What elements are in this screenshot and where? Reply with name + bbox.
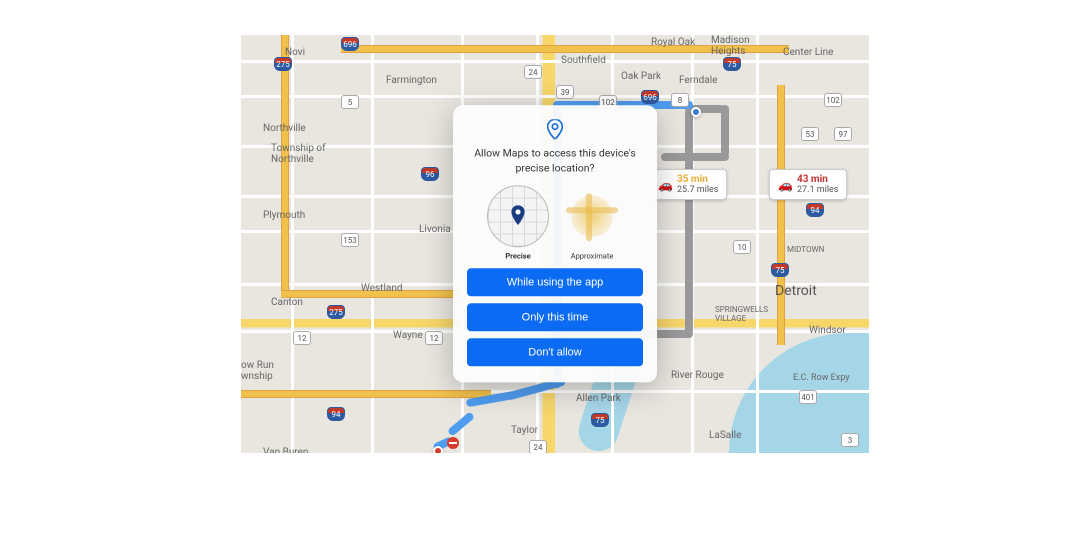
city-label: Southfield: [561, 55, 606, 66]
while-using-app-button[interactable]: While using the app: [467, 269, 643, 297]
city-label: Wayne: [393, 330, 423, 341]
precise-preview: [487, 186, 549, 248]
location-permission-dialog: Allow Maps to access this device's preci…: [453, 105, 657, 382]
city-label: Royal Oak: [651, 37, 695, 48]
route-time: 35 min: [677, 174, 708, 185]
city-label: Canton: [271, 297, 303, 308]
city-label: Center Line: [783, 47, 833, 58]
shield-interstate: 75: [723, 57, 741, 71]
option-approximate[interactable]: Approximate: [561, 186, 623, 261]
shield-state: 3: [841, 433, 859, 447]
dont-allow-button[interactable]: Don't allow: [467, 339, 643, 367]
route-alt: [685, 109, 693, 334]
city-label: Windsor: [809, 325, 846, 336]
car-icon: 🚗: [778, 178, 793, 192]
shield-interstate: 275: [327, 305, 345, 319]
city-label: Farmington: [386, 75, 437, 86]
shield-interstate: 696: [341, 37, 359, 51]
approximate-label: Approximate: [571, 252, 614, 261]
dialog-buttons: While using the app Only this time Don't…: [467, 269, 643, 367]
shield-interstate: 94: [806, 203, 824, 217]
road: [241, 95, 869, 98]
city-label: Oak Park: [621, 71, 661, 82]
highway-275: [281, 35, 289, 295]
accuracy-options: Precise Approximate: [467, 186, 643, 261]
shield-state: 153: [341, 233, 359, 247]
option-precise[interactable]: Precise: [487, 186, 549, 261]
route-info-badge-1[interactable]: 🚗 35 min 25.7 miles: [649, 169, 727, 200]
shield-state: 401: [799, 390, 817, 404]
shield-state: 53: [801, 127, 819, 141]
highway-75: [777, 85, 785, 345]
route-time: 43 min: [797, 174, 828, 185]
city-label: Livonia: [419, 224, 451, 235]
road: [241, 60, 869, 63]
shield-state: 102: [824, 93, 842, 107]
shield-interstate: 696: [641, 90, 659, 104]
route-distance: 25.7 miles: [677, 185, 718, 195]
car-icon: 🚗: [658, 178, 673, 192]
highway-94: [241, 390, 491, 398]
approximate-preview: [561, 186, 623, 248]
road: [756, 35, 759, 453]
city-label: ow Run wnship: [241, 360, 274, 382]
shield-interstate: 75: [591, 413, 609, 427]
only-this-time-button[interactable]: Only this time: [467, 304, 643, 332]
city-label: Van Buren: [263, 447, 308, 453]
city-label: Madison Heights: [711, 35, 750, 57]
shield-us: 12: [293, 331, 311, 345]
city-label: MIDTOWN: [787, 245, 824, 254]
map-view[interactable]: 🚗 35 min 25.7 miles 🚗 43 min 27.1 miles …: [241, 35, 869, 453]
city-label: Taylor: [511, 425, 538, 436]
city-label: LaSalle: [709, 430, 741, 441]
city-label: E.C. Row Expy: [793, 373, 849, 383]
city-label: Westland: [361, 283, 403, 294]
shield-interstate: 275: [274, 57, 292, 71]
no-entry-icon: [447, 437, 459, 449]
shield-state: 5: [341, 95, 359, 109]
route-alt: [661, 153, 729, 161]
city-label: Northville: [263, 123, 306, 134]
shield-state: 97: [834, 127, 852, 141]
city-label: River Rouge: [671, 370, 724, 381]
shield-us: 12: [425, 331, 443, 345]
permission-prompt-text: Allow Maps to access this device's preci…: [467, 145, 643, 175]
city-label: Township of Northville: [271, 143, 326, 165]
precise-label: Precise: [505, 252, 530, 261]
city-label: Detroit: [775, 283, 817, 299]
route-info-badge-2[interactable]: 🚗 43 min 27.1 miles: [769, 169, 847, 200]
shield-us: 24: [529, 440, 547, 453]
shield-state: 39: [556, 85, 574, 99]
shield-state: 8: [671, 93, 689, 107]
city-label: Allen Park: [576, 393, 621, 404]
pin-icon: [509, 206, 527, 228]
city-label: SPRINGWELLS VILLAGE: [715, 305, 768, 323]
shield-interstate: 75: [771, 263, 789, 277]
shield-interstate: 94: [327, 407, 345, 421]
city-label: Ferndale: [679, 75, 717, 86]
route-start-marker: [433, 446, 443, 453]
shield-us: 24: [524, 65, 542, 79]
shield-state: 10: [733, 240, 751, 254]
shield-interstate: 96: [421, 167, 439, 181]
city-label: Plymouth: [263, 210, 305, 221]
location-pin-icon: [467, 119, 643, 139]
route-distance: 27.1 miles: [797, 185, 838, 195]
route-end-marker: [691, 107, 701, 117]
route-alt: [721, 105, 729, 157]
